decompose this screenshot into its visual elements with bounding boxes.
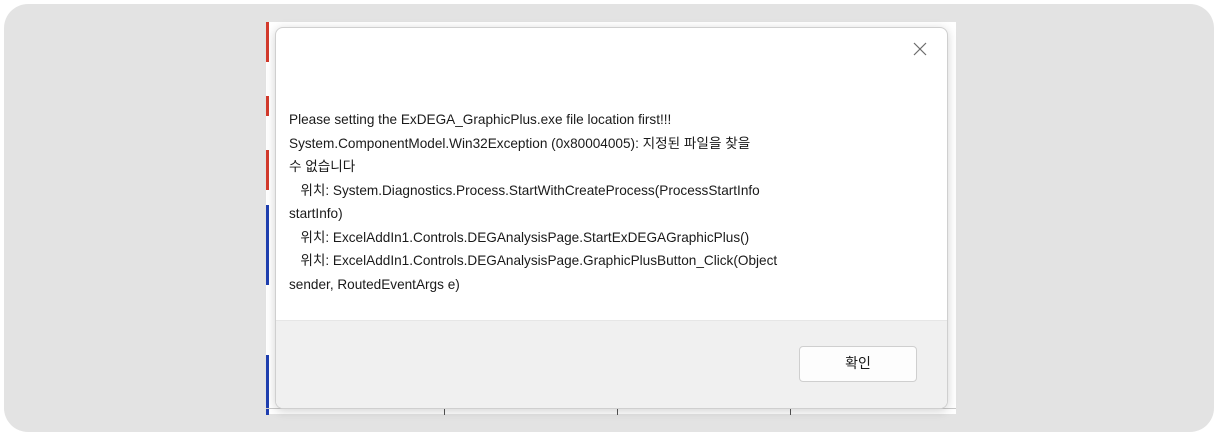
message-line: System.ComponentModel.Win32Exception (0x…: [289, 135, 751, 151]
background-red-marker: [266, 150, 269, 190]
error-message-dialog: Please setting the ExDEGA_GraphicPlus.ex…: [275, 27, 948, 409]
background-blue-marker: [266, 355, 269, 415]
background-blue-marker: [266, 205, 269, 285]
message-line: 위치: ExcelAddIn1.Controls.DEGAnalysisPage…: [289, 229, 750, 245]
message-line: Please setting the ExDEGA_GraphicPlus.ex…: [289, 112, 672, 127]
ok-button[interactable]: 확인: [799, 346, 917, 382]
message-line: startInfo): [289, 206, 343, 221]
close-icon: [907, 36, 933, 62]
dialog-footer: 확인: [276, 320, 947, 408]
close-button[interactable]: [907, 36, 933, 62]
message-line: sender, RoutedEventArgs e): [289, 276, 460, 292]
background-red-marker: [266, 96, 269, 116]
background-red-marker: [266, 22, 269, 62]
error-message-text: Please setting the ExDEGA_GraphicPlus.ex…: [289, 108, 909, 296]
message-line: 위치: System.Diagnostics.Process.StartWith…: [289, 182, 760, 198]
message-line: 위치: ExcelAddIn1.Controls.DEGAnalysisPage…: [289, 253, 778, 268]
message-line: 수 없습니다: [289, 159, 356, 174]
